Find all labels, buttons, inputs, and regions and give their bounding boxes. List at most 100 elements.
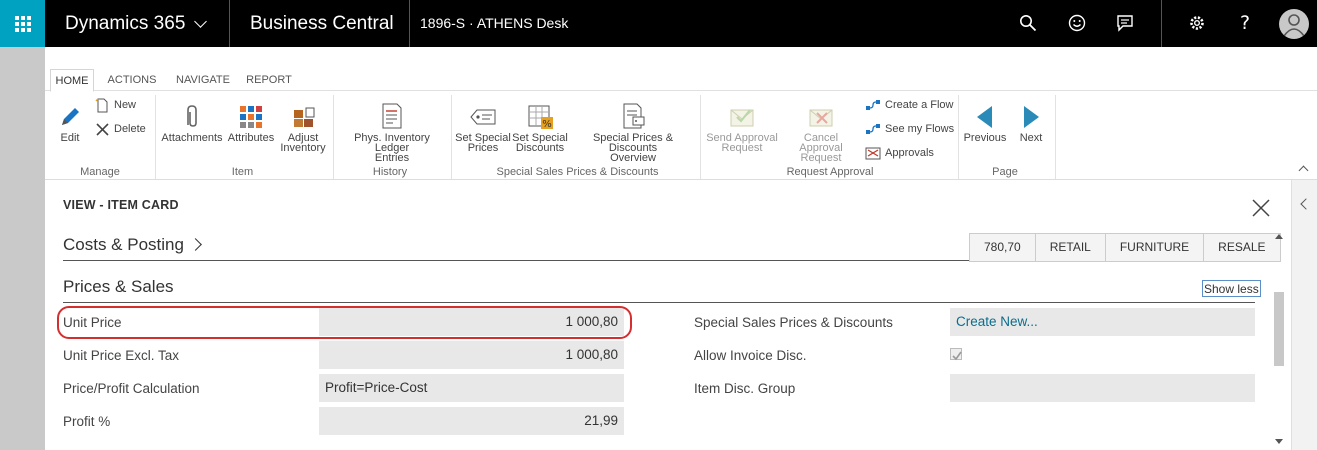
attachments-button[interactable]: Attachments	[161, 104, 223, 144]
divider	[155, 95, 156, 179]
send-approval-icon	[730, 109, 754, 127]
product-name[interactable]: Business Central	[250, 0, 394, 47]
set-prices-label-2: Prices	[467, 142, 499, 154]
unit-price-excl-tax-label: Unit Price Excl. Tax	[63, 348, 180, 363]
scroll-thumb[interactable]	[1274, 292, 1284, 366]
close-icon[interactable]	[1251, 198, 1271, 218]
page-title: VIEW - ITEM CARD	[63, 198, 179, 212]
avatar[interactable]	[1279, 9, 1309, 39]
approvals-icon	[865, 147, 881, 160]
divider	[700, 95, 701, 179]
set-special-prices-button[interactable]: Set Special Prices	[455, 104, 511, 154]
gear-icon[interactable]	[1185, 11, 1209, 35]
tab-report[interactable]: REPORT	[242, 69, 296, 92]
flow-icon	[866, 100, 880, 110]
tab-actions[interactable]: ACTIONS	[102, 69, 162, 92]
group-label-page: Page	[992, 166, 1018, 178]
smiley-feedback-icon[interactable]	[1065, 11, 1089, 35]
create-flow-button[interactable]: Create a Flow	[865, 97, 953, 113]
vertical-scrollbar[interactable]	[1272, 230, 1286, 450]
item-disc-group-label: Item Disc. Group	[694, 381, 796, 396]
scroll-up-arrow-icon[interactable]	[1275, 234, 1283, 239]
profit-percent-field[interactable]: 21,99	[319, 407, 624, 435]
create-flow-label: Create a Flow	[885, 99, 954, 111]
next-button[interactable]: Next	[1011, 104, 1051, 144]
fact-type: RESALE	[1204, 234, 1280, 261]
company-name[interactable]: 1896-S · ATHENS Desk	[420, 0, 568, 47]
top-bar: Dynamics 365 Business Central 1896-S · A…	[0, 0, 1317, 47]
new-document-icon	[95, 97, 108, 112]
scroll-down-arrow-icon[interactable]	[1275, 439, 1283, 444]
show-less-link[interactable]: Show less	[1202, 280, 1261, 297]
factbox-pane-toggle[interactable]	[1291, 180, 1317, 450]
tab-home[interactable]: HOME	[50, 69, 94, 92]
flow-icon	[866, 124, 880, 134]
tab-navigate[interactable]: NAVIGATE	[170, 69, 236, 92]
divider	[63, 302, 1255, 303]
phys-inventory-ledger-button[interactable]: Phys. Inventory Ledger Entries	[337, 102, 447, 164]
cancel-approval-request-button[interactable]: Cancel Approval Request	[781, 104, 861, 164]
next-label: Next	[1019, 132, 1043, 144]
help-icon[interactable]: ?	[1233, 11, 1257, 35]
set-special-discounts-button[interactable]: % Set Special Discounts	[512, 104, 568, 154]
previous-button[interactable]: Previous	[962, 104, 1008, 144]
costs-posting-label: Costs & Posting	[63, 235, 184, 254]
divider	[229, 0, 230, 47]
unit-price-excl-tax-field[interactable]: 1 000,80	[319, 341, 624, 369]
phys-ledger-label-2: Entries	[374, 152, 410, 164]
fact-unit-cost: 780,70	[970, 234, 1036, 261]
group-label-history: History	[372, 166, 408, 178]
divider	[1055, 95, 1056, 179]
waffle-icon	[14, 15, 31, 32]
create-new-link[interactable]: Create New...	[950, 308, 1255, 336]
divider	[63, 260, 969, 261]
overview-document-icon	[623, 103, 645, 129]
profit-percent-label: Profit %	[63, 414, 111, 429]
discount-grid-icon: %	[528, 105, 553, 130]
group-label-manage: Manage	[80, 166, 120, 178]
item-disc-group-field[interactable]	[950, 374, 1255, 402]
app-name[interactable]: Dynamics 365	[65, 0, 185, 47]
new-button[interactable]: New	[95, 97, 136, 113]
allow-invoice-disc-label: Allow Invoice Disc.	[694, 348, 807, 363]
action-ribbon: HOME ACTIONS NAVIGATE REPORT Edit New De…	[45, 47, 1317, 180]
edit-button[interactable]: Edit	[55, 104, 85, 144]
section-costs-posting[interactable]: Costs & Posting	[63, 235, 202, 255]
divider	[958, 95, 959, 179]
attributes-button[interactable]: Attributes	[226, 104, 276, 144]
arrow-left-icon	[977, 106, 992, 128]
collapse-ribbon-icon[interactable]	[1298, 165, 1309, 176]
divider	[409, 0, 410, 47]
search-icon[interactable]	[1016, 11, 1040, 35]
section-prices-sales[interactable]: Prices & Sales	[63, 277, 174, 297]
chat-icon[interactable]	[1113, 11, 1137, 35]
send-approval-request-button[interactable]: Send Approval Request	[704, 104, 780, 154]
adjust-inventory-button[interactable]: Adjust Inventory	[279, 104, 327, 154]
left-margin	[0, 47, 45, 450]
divider	[1161, 0, 1162, 47]
chevron-down-icon[interactable]	[194, 15, 207, 28]
app-launcher-button[interactable]	[0, 0, 45, 47]
attachments-label: Attachments	[161, 132, 223, 144]
phys-ledger-label-1: Phys. Inventory Ledger	[354, 132, 430, 154]
cancel-approval-label-2: Request	[800, 152, 842, 164]
approvals-button[interactable]: Approvals	[865, 145, 934, 161]
arrow-right-icon	[1024, 106, 1039, 128]
group-label-approval: Request Approval	[786, 166, 874, 178]
adjust-label-2: Inventory	[280, 142, 326, 154]
allow-invoice-disc-checkbox[interactable]	[950, 348, 962, 361]
unit-price-highlight	[57, 306, 632, 339]
delete-label: Delete	[114, 123, 146, 135]
group-label-special: Special Sales Prices & Discounts	[496, 166, 659, 178]
special-prices-overview-button[interactable]: Special Prices & Discounts Overview	[570, 102, 696, 164]
delete-button[interactable]: Delete	[95, 121, 146, 137]
fact-category: RETAIL	[1035, 234, 1106, 261]
svg-text:%: %	[542, 119, 552, 130]
see-my-flows-button[interactable]: See my Flows	[865, 121, 954, 137]
ribbon-tabs: HOME ACTIONS NAVIGATE REPORT	[45, 69, 1317, 92]
cancel-approval-icon	[809, 109, 833, 127]
price-profit-calculation-field[interactable]: Profit=Price-Cost	[319, 374, 624, 402]
approvals-label: Approvals	[885, 147, 934, 159]
chevron-left-icon[interactable]	[1300, 198, 1312, 210]
set-discounts-label-2: Discounts	[515, 142, 565, 154]
